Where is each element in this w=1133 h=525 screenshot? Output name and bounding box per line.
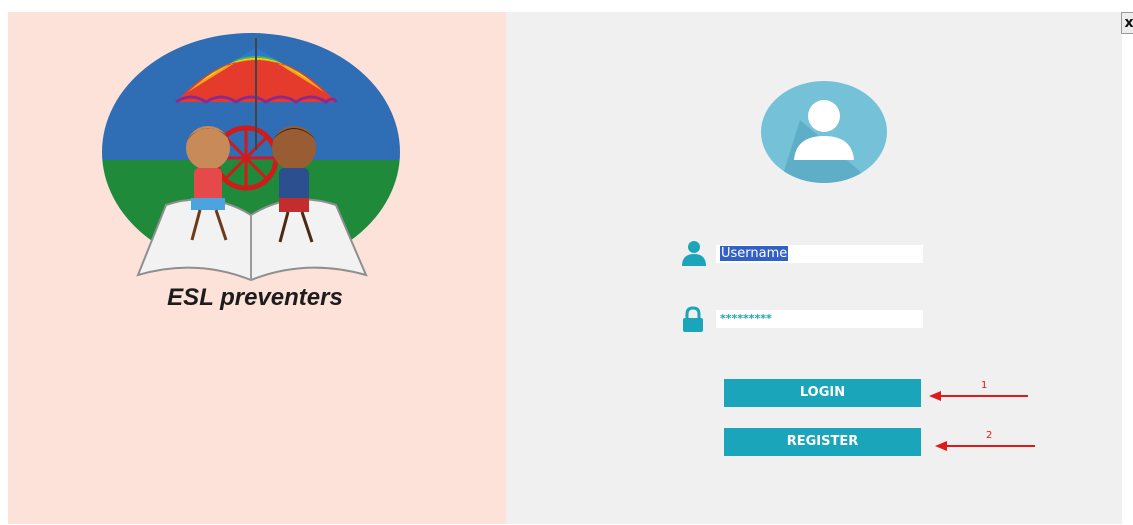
password-field[interactable]: ********* [716,310,923,328]
arrow-1 [929,391,1028,401]
login-button[interactable]: LOGIN [724,379,921,407]
annotation-marker-2: 2 [986,430,993,441]
register-button[interactable]: REGISTER [724,428,921,456]
username-value: Username [720,246,789,261]
username-field[interactable]: Username [716,245,923,263]
arrow-2 [935,441,1035,451]
lock-icon [683,306,703,332]
close-icon[interactable]: x [1124,15,1133,31]
user-avatar-icon [761,81,887,183]
annotation-marker-1: 1 [981,380,988,391]
user-icon [682,241,706,266]
logo-image [102,33,400,282]
close-button[interactable]: x [1121,12,1133,34]
brand-title: ESL preventers [167,284,343,311]
